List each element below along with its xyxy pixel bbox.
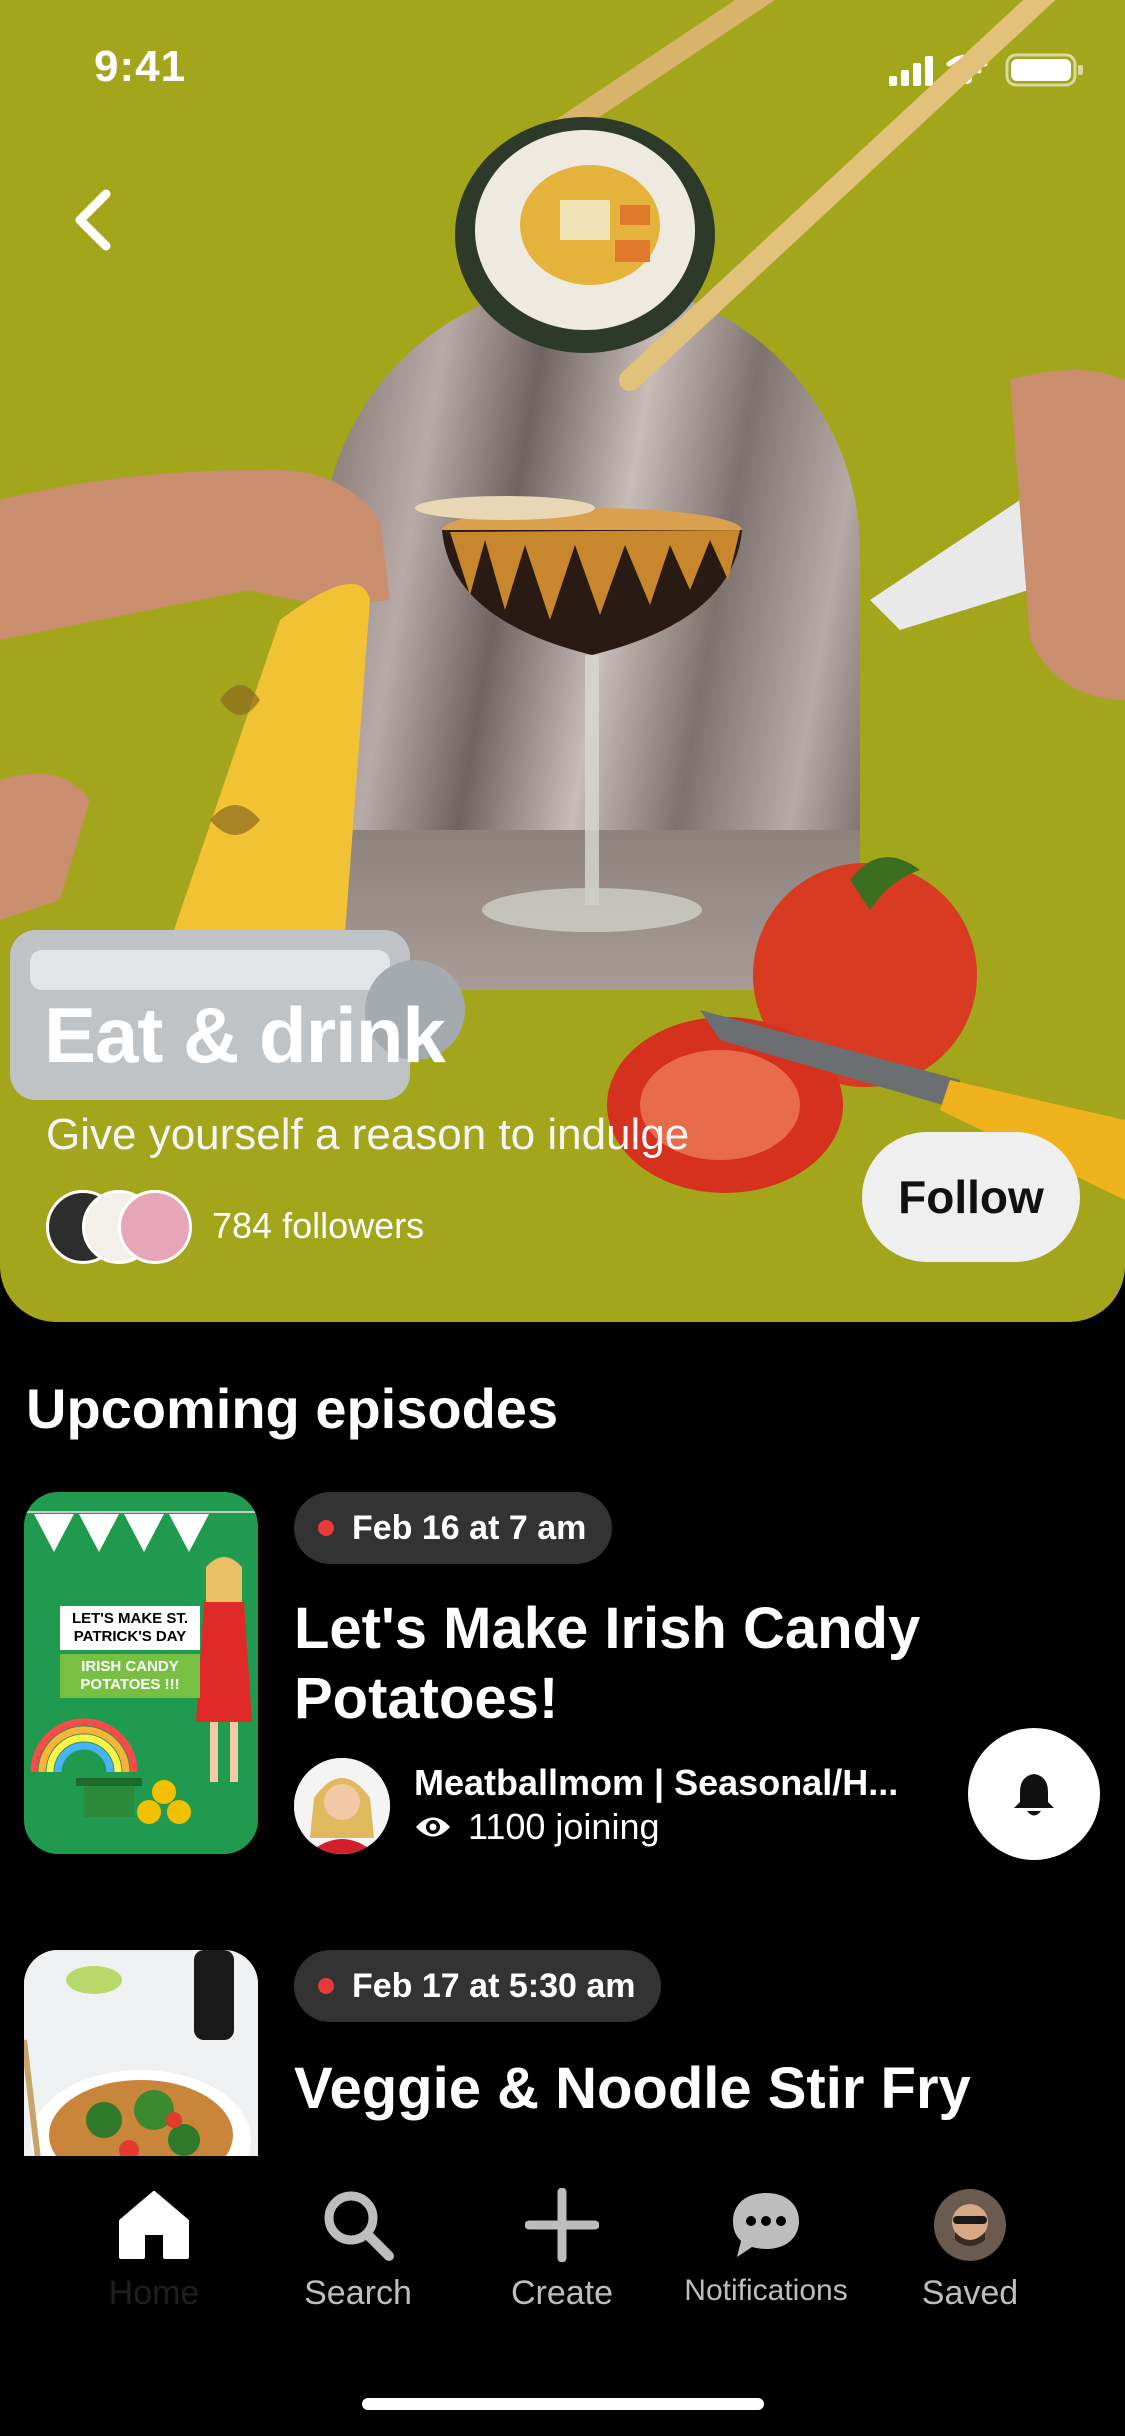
follower-avatars xyxy=(46,1190,196,1266)
home-icon xyxy=(54,2184,254,2266)
episode-title[interactable]: Let's Make Irish Candy Potatoes! xyxy=(294,1594,994,1734)
host-avatar[interactable] xyxy=(294,1758,390,1854)
home-indicator[interactable] xyxy=(362,2398,764,2410)
follow-button[interactable]: Follow xyxy=(862,1132,1080,1262)
section-title: Upcoming episodes xyxy=(26,1377,559,1440)
episode-title[interactable]: Veggie & Noodle Stir Fry xyxy=(294,2054,994,2124)
tab-label: Saved xyxy=(921,2274,1019,2312)
live-dot-icon xyxy=(318,1520,334,1536)
hero-title: Eat & drink xyxy=(44,991,446,1079)
eye-icon xyxy=(416,1817,450,1837)
thumb-text: IRISH CANDY xyxy=(81,1658,179,1675)
hero-banner: 9:41 Eat & drink Give yourself a reason … xyxy=(0,0,1125,1322)
episode-date: Feb 16 at 7 am xyxy=(352,1508,587,1547)
reminder-bell-button[interactable] xyxy=(968,1728,1100,1860)
bottom-tab-bar: Home Search Create Notifications Saved xyxy=(0,2156,1125,2436)
tab-label: Search xyxy=(304,2274,412,2312)
tab-label: Home xyxy=(108,2274,200,2312)
search-icon xyxy=(258,2184,458,2266)
tab-saved[interactable]: Saved xyxy=(870,2184,1070,2313)
chat-bubble-icon xyxy=(666,2184,866,2266)
episode-thumbnail[interactable]: LET'S MAKE ST. PATRICK'S DAY IRISH CANDY… xyxy=(24,1492,258,1854)
plus-icon xyxy=(462,2184,662,2266)
episode-card[interactable]: Feb 17 at 5:30 am Veggie & Noodle Stir F… xyxy=(0,1950,1125,2156)
episode-date-pill: Feb 16 at 7 am xyxy=(294,1492,613,1564)
tab-label: Create xyxy=(510,2274,614,2312)
host-name[interactable]: Meatballmom | Seasonal/H... xyxy=(414,1762,934,1804)
episode-thumbnail[interactable] xyxy=(24,1950,258,2156)
hero-subtitle: Give yourself a reason to indulge xyxy=(46,1110,690,1159)
tab-create[interactable]: Create xyxy=(462,2184,662,2313)
tab-label: Notifications xyxy=(684,2274,848,2307)
joining-count: 1100 joining xyxy=(468,1806,660,1847)
thumb-text: LET'S MAKE ST. xyxy=(71,1610,189,1627)
follower-count: 784 followers xyxy=(212,1205,425,1246)
profile-avatar xyxy=(870,2184,1070,2266)
live-dot-icon xyxy=(318,1978,334,1994)
episode-date-pill: Feb 17 at 5:30 am xyxy=(294,1950,662,2022)
episode-date: Feb 17 at 5:30 am xyxy=(352,1966,636,2005)
tab-search[interactable]: Search xyxy=(258,2184,458,2313)
joining-count-row: 1100 joining xyxy=(414,1806,660,1848)
tab-home[interactable]: Home xyxy=(54,2184,254,2313)
bell-icon xyxy=(1014,1774,1054,1816)
tab-notifications[interactable]: Notifications xyxy=(666,2184,866,2308)
thumb-text: POTATOES !!! xyxy=(80,1676,180,1693)
follower-avatar xyxy=(118,1190,192,1264)
thumb-text: PATRICK'S DAY xyxy=(73,1628,187,1645)
